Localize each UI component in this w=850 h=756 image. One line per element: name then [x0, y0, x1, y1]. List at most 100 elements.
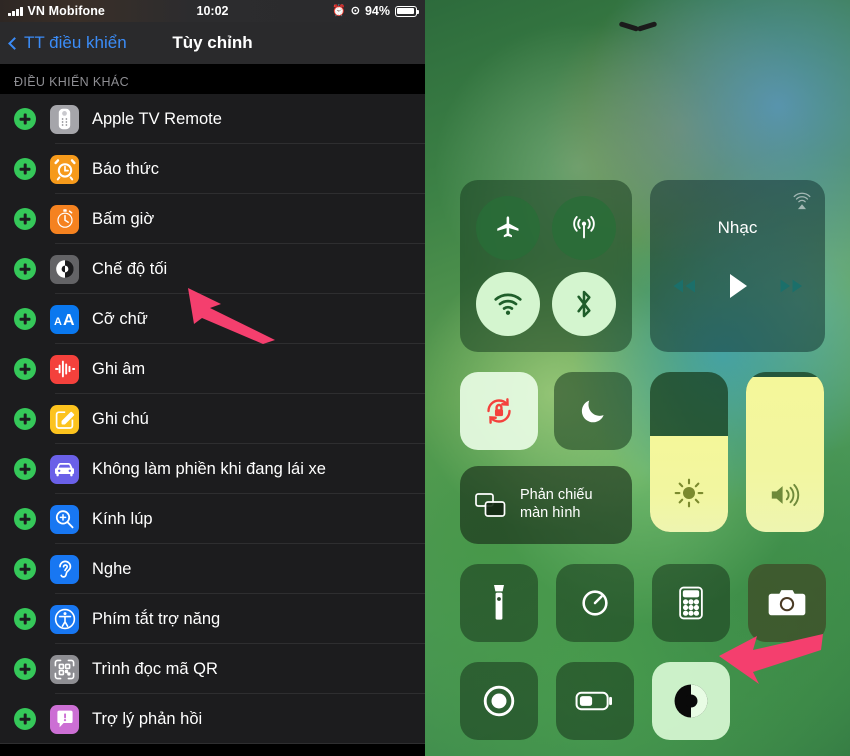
play-icon: [729, 273, 747, 298]
plus-circle-icon[interactable]: [14, 508, 36, 530]
battery-icon: [395, 5, 420, 17]
plus-circle-icon[interactable]: [14, 408, 36, 430]
stopwatch-icon: [50, 204, 79, 234]
plus-circle-icon[interactable]: [14, 358, 36, 380]
airplane-mode-toggle[interactable]: [476, 196, 540, 260]
list-item-label: Chế độ tối: [92, 259, 168, 278]
calculator-icon: [679, 586, 703, 620]
airplane-icon: [497, 216, 519, 238]
accessibility-icon: [50, 604, 79, 634]
cc-row-tiles-2: [460, 662, 830, 740]
list-item-label: Bấm giờ: [92, 209, 155, 228]
cc-row-top: Nhạc: [460, 180, 830, 352]
svg-text:A: A: [54, 316, 62, 328]
do-not-disturb-toggle[interactable]: [554, 372, 632, 450]
low-power-battery-icon: [575, 691, 612, 711]
plus-circle-icon[interactable]: [14, 208, 36, 230]
list-item[interactable]: Apple TV Remote: [0, 94, 425, 144]
back-button[interactable]: TT điều khiển: [8, 33, 127, 53]
rotation-lock-toggle[interactable]: [460, 372, 538, 450]
play-button[interactable]: [726, 272, 750, 305]
hearing-ear-icon: [50, 554, 79, 584]
cellular-data-toggle[interactable]: [552, 196, 616, 260]
list-item[interactable]: Bấm giờ: [0, 194, 425, 244]
status-bar-right: ⏰ ⊙ 94%: [332, 4, 420, 18]
plus-circle-icon[interactable]: [14, 458, 36, 480]
fast-forward-button[interactable]: [778, 277, 806, 300]
timer-icon: [582, 590, 608, 616]
plus-circle-icon[interactable]: [14, 108, 36, 130]
alarm-clock-icon: [50, 154, 79, 184]
camera-button[interactable]: [748, 564, 826, 642]
plus-circle-icon[interactable]: [14, 708, 36, 730]
plus-circle-icon[interactable]: [14, 308, 36, 330]
list-item-label: Trình đọc mã QR: [92, 659, 218, 678]
list-item[interactable]: Nghe: [0, 544, 425, 594]
list-item-label: Phím tắt trợ năng: [92, 609, 221, 628]
list-item[interactable]: Ghi chú: [0, 394, 425, 444]
volume-slider[interactable]: [746, 372, 824, 532]
battery-percent-label: 94%: [364, 4, 390, 18]
calculator-button[interactable]: [652, 564, 730, 642]
list-item[interactable]: Chế độ tối: [0, 244, 425, 294]
list-item-label: Ghi âm: [92, 359, 146, 378]
brightness-sun-icon: [650, 476, 728, 510]
bluetooth-toggle[interactable]: [552, 272, 616, 336]
plus-circle-icon[interactable]: [14, 158, 36, 180]
dark-mode-icon: [674, 684, 708, 718]
svg-text:A: A: [63, 312, 75, 329]
list-item[interactable]: Không làm phiền khi đang lái xe: [0, 444, 425, 494]
now-playing-title: Nhạc: [717, 217, 758, 237]
flashlight-icon: [494, 585, 504, 620]
screen-record-button[interactable]: [460, 662, 538, 740]
qr-code-icon: [50, 654, 79, 684]
rewind-button[interactable]: [670, 277, 698, 300]
rewind-icon: [673, 279, 695, 292]
list-item[interactable]: Trình đọc mã QR: [0, 644, 425, 694]
screen-record-icon: [483, 685, 515, 717]
flashlight-toggle[interactable]: [460, 564, 538, 642]
fast-forward-icon: [780, 279, 802, 292]
back-button-label: TT điều khiển: [24, 33, 127, 52]
list-item[interactable]: Ghi âm: [0, 344, 425, 394]
screen-mirroring-button[interactable]: Phản chiếu màn hình: [460, 466, 632, 544]
now-playing-module: Nhạc: [650, 180, 825, 352]
list-item[interactable]: Kính lúp: [0, 494, 425, 544]
cc-row-tiles-1: [460, 564, 830, 642]
chevron-left-icon: [8, 36, 21, 50]
wifi-toggle[interactable]: [476, 272, 540, 336]
text-size-icon: AA: [50, 304, 79, 334]
apple-tv-remote-icon: [50, 104, 79, 134]
settings-panel: VN Mobifone 10:02 ⏰ ⊙ 94% TT điều khiển …: [0, 0, 425, 756]
camera-icon: [768, 590, 806, 616]
low-power-mode-button[interactable]: [556, 662, 634, 740]
list-item-label: Nghe: [92, 559, 132, 578]
control-center-grid: Nhạc Phản chiếu màn hình: [460, 180, 830, 740]
moon-icon: [581, 400, 604, 423]
voice-memos-icon: [50, 354, 79, 384]
list-item-label: Ghi chú: [92, 409, 149, 428]
plus-circle-icon[interactable]: [14, 608, 36, 630]
list-item-label: Báo thức: [92, 159, 159, 178]
list-item[interactable]: A A Cỡ chữ: [0, 294, 425, 344]
plus-circle-icon[interactable]: [14, 658, 36, 680]
list-item[interactable]: Trợ lý phản hồi: [0, 694, 425, 744]
bluetooth-icon: [577, 290, 591, 318]
chevron-down-handle-icon[interactable]: [620, 22, 656, 36]
volume-speaker-icon: [746, 480, 824, 510]
car-icon: [50, 454, 79, 484]
plus-circle-icon[interactable]: [14, 558, 36, 580]
list-item[interactable]: Phím tắt trợ năng: [0, 594, 425, 644]
brightness-slider[interactable]: [650, 372, 728, 532]
airplay-audio-icon[interactable]: [791, 190, 813, 217]
magnifier-icon: [50, 504, 79, 534]
alarm-clock-icon: ⏰: [332, 4, 346, 17]
plus-circle-icon[interactable]: [14, 258, 36, 280]
list-item-label: Apple TV Remote: [92, 109, 222, 128]
dark-mode-toggle[interactable]: [652, 662, 730, 740]
list-item-label: Cỡ chữ: [92, 309, 148, 328]
timer-button[interactable]: [556, 564, 634, 642]
screenshot-root: VN Mobifone 10:02 ⏰ ⊙ 94% TT điều khiển …: [0, 0, 850, 756]
screen-mirroring-icon: [475, 493, 506, 517]
list-item[interactable]: Báo thức: [0, 144, 425, 194]
